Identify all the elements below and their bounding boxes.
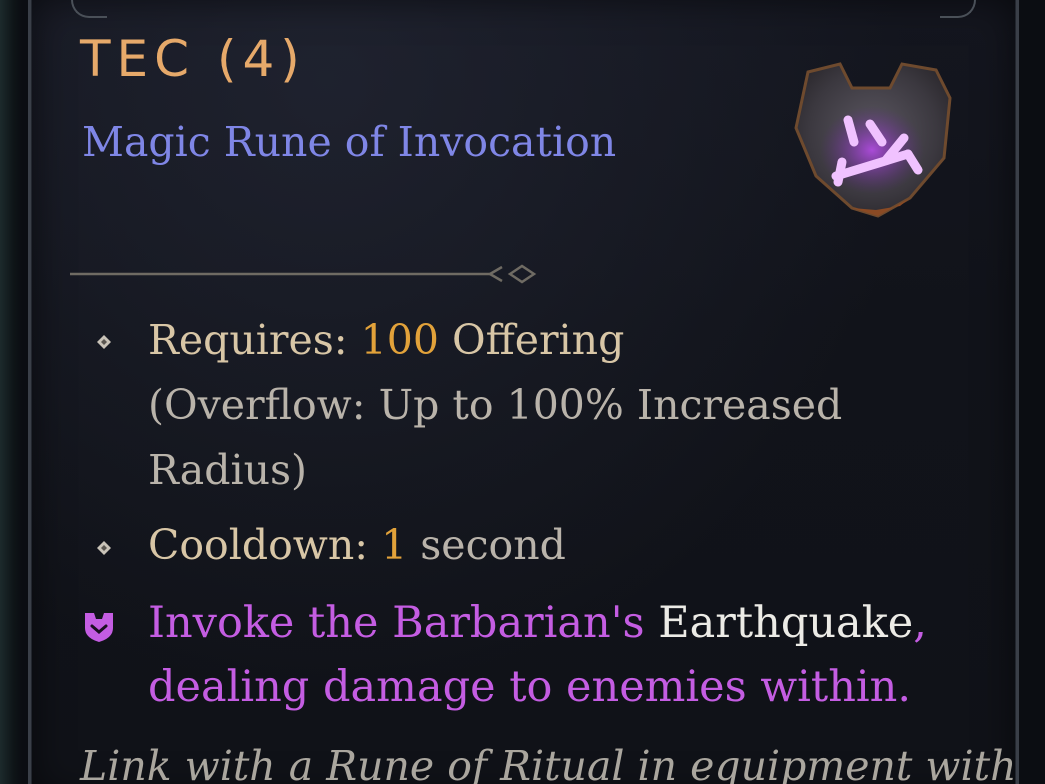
- effect-text: Invoke the Barbarian's: [148, 598, 659, 648]
- overflow-line-1: (Overflow: Up to 100% Increased: [148, 381, 843, 429]
- cooldown-unit: second: [407, 521, 566, 569]
- skill-name: Earthquake: [658, 598, 914, 648]
- magic-affix-icon: [85, 613, 113, 642]
- screen: TEC (4) Magic Rune of Invocation Require…: [0, 0, 1045, 784]
- corner-ornament-left: [71, 0, 107, 18]
- cooldown-value: 1: [381, 521, 408, 569]
- effect-line-1: Invoke the Barbarian's Earthquake,: [148, 598, 927, 648]
- requires-label: Requires:: [148, 316, 361, 364]
- item-name: TEC (4): [80, 30, 306, 88]
- rune-shard-icon: [794, 62, 952, 218]
- overflow-line-2: Radius): [148, 446, 308, 494]
- diamond-bullet-icon: [97, 541, 111, 555]
- requirement-line: Requires: 100 Offering: [148, 316, 624, 364]
- requires-value: 100: [360, 316, 439, 364]
- effect-line-2: dealing damage to enemies within.: [148, 662, 911, 712]
- cooldown-label: Cooldown:: [148, 521, 382, 569]
- corner-ornament-right: [940, 0, 976, 18]
- item-type: Magic Rune of Invocation: [82, 118, 617, 166]
- section-divider: [70, 264, 537, 284]
- effect-comma: ,: [913, 598, 927, 648]
- requires-unit: Offering: [438, 316, 625, 364]
- diamond-bullet-icon: [97, 335, 111, 349]
- cooldown-line: Cooldown: 1 second: [148, 521, 566, 569]
- flavor-text: Link with a Rune of Ritual in equipment …: [80, 742, 1017, 784]
